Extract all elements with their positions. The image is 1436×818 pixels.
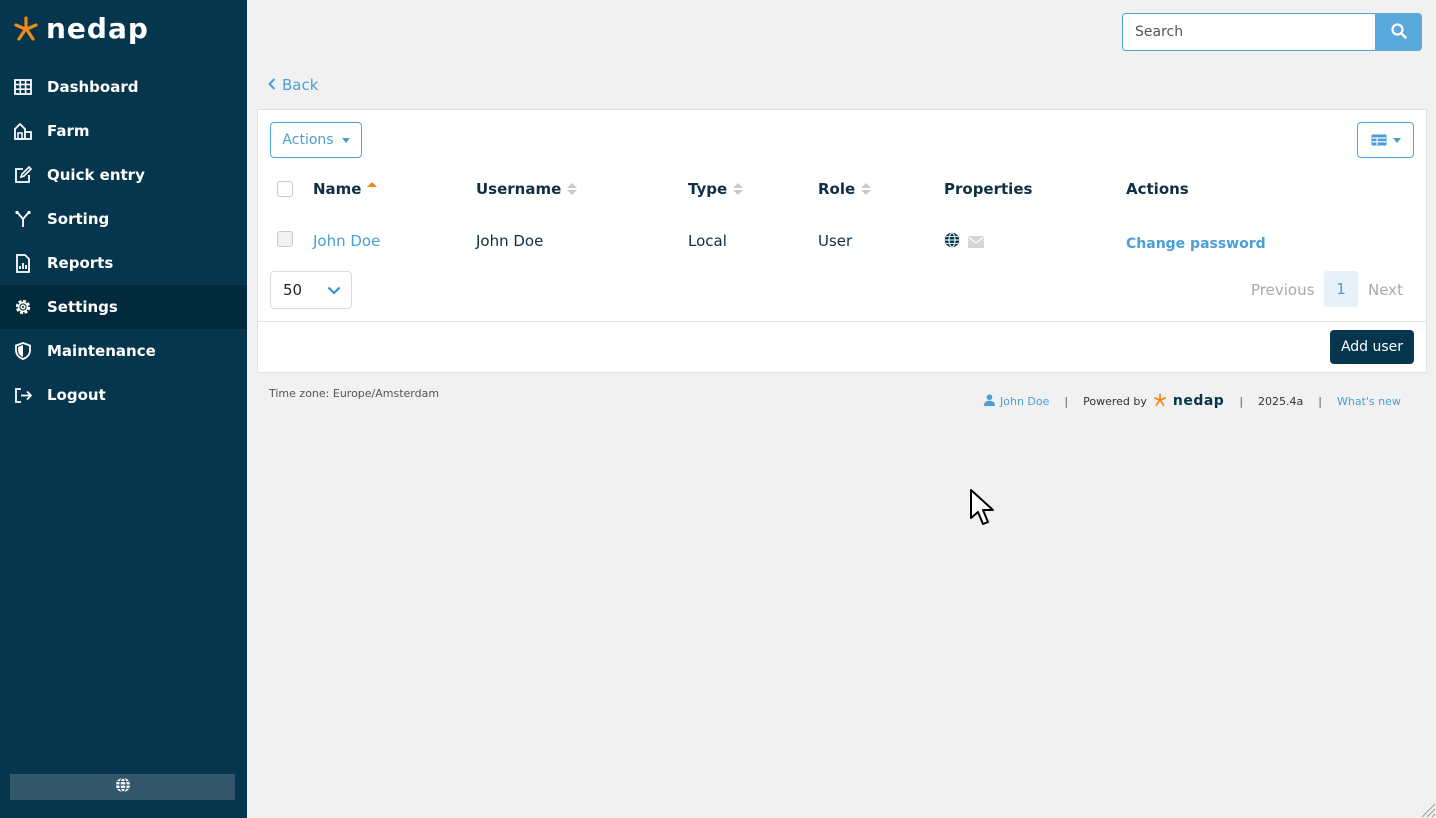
search-bar bbox=[1122, 13, 1422, 51]
sidebar-item-reports[interactable]: Reports bbox=[0, 241, 247, 285]
column-header-username[interactable]: Username bbox=[476, 180, 578, 198]
logout-icon bbox=[13, 385, 33, 405]
mouse-cursor-icon bbox=[969, 488, 999, 534]
user-properties bbox=[944, 232, 984, 252]
footer-brand-name: nedap bbox=[1172, 393, 1225, 409]
version-text: 2025.4a bbox=[1258, 394, 1304, 408]
user-role: User bbox=[818, 232, 853, 250]
sort-icon bbox=[567, 183, 578, 195]
sidebar-item-dashboard[interactable]: Dashboard bbox=[0, 65, 247, 109]
language-selector[interactable] bbox=[10, 774, 235, 800]
column-label: Username bbox=[476, 180, 562, 198]
sidebar-item-sorting[interactable]: Sorting bbox=[0, 197, 247, 241]
globe-icon bbox=[115, 777, 131, 797]
nedap-star-icon bbox=[1153, 393, 1167, 410]
change-password-link[interactable]: Change password bbox=[1126, 236, 1266, 252]
column-header-name[interactable]: Name bbox=[313, 180, 378, 198]
whats-new-link[interactable]: What's new bbox=[1337, 395, 1401, 408]
back-link[interactable]: Back bbox=[268, 76, 318, 94]
sidebar-item-label: Logout bbox=[47, 386, 106, 404]
select-all-checkbox[interactable] bbox=[277, 181, 293, 197]
divider bbox=[258, 321, 1426, 322]
sidebar-item-label: Farm bbox=[47, 122, 90, 140]
add-user-button[interactable]: Add user bbox=[1330, 330, 1414, 364]
sidebar-nav: Dashboard Farm Quick entry Sorting Repor… bbox=[0, 65, 247, 417]
nedap-star-icon bbox=[14, 16, 38, 41]
report-icon bbox=[13, 253, 33, 273]
gear-icon bbox=[13, 297, 33, 317]
search-input[interactable] bbox=[1122, 13, 1375, 51]
chevron-left-icon bbox=[268, 76, 276, 94]
envelope-icon bbox=[968, 233, 984, 252]
column-label: Actions bbox=[1126, 180, 1189, 198]
resize-grip-icon[interactable] bbox=[1420, 802, 1436, 818]
sidebar-item-label: Reports bbox=[47, 254, 114, 272]
separator: | bbox=[1064, 394, 1069, 408]
brand-name: nedap bbox=[46, 12, 149, 45]
grid-icon bbox=[13, 77, 33, 97]
sidebar-item-label: Quick entry bbox=[47, 166, 145, 184]
sidebar-item-label: Maintenance bbox=[47, 342, 156, 360]
page-size-value: 50 bbox=[283, 281, 303, 299]
pagination-page-current[interactable]: 1 bbox=[1324, 271, 1358, 307]
footer-user-link[interactable]: John Doe bbox=[984, 393, 1050, 409]
chevron-down-icon bbox=[327, 281, 341, 299]
separator: | bbox=[1318, 394, 1322, 408]
pagination-next[interactable]: Next bbox=[1368, 281, 1403, 299]
actions-dropdown-button[interactable]: Actions bbox=[270, 122, 362, 158]
back-label: Back bbox=[282, 76, 319, 94]
shield-icon bbox=[13, 341, 33, 361]
sidebar-item-quick-entry[interactable]: Quick entry bbox=[0, 153, 247, 197]
pagination-previous[interactable]: Previous bbox=[1251, 281, 1314, 299]
sidebar-item-label: Settings bbox=[47, 298, 118, 316]
search-button[interactable] bbox=[1375, 13, 1422, 51]
sidebar-item-settings[interactable]: Settings bbox=[0, 285, 247, 329]
nedap-logo[interactable]: nedap bbox=[12, 14, 149, 44]
table-view-icon bbox=[1371, 131, 1387, 150]
sorting-icon bbox=[13, 209, 33, 229]
footer-user-name: John Doe bbox=[1000, 394, 1050, 408]
farm-icon bbox=[13, 121, 33, 141]
column-label: Type bbox=[688, 180, 728, 198]
row-checkbox[interactable] bbox=[277, 231, 293, 247]
sort-icon bbox=[861, 183, 872, 195]
sort-icon bbox=[733, 183, 744, 195]
table-view-button[interactable] bbox=[1357, 122, 1414, 158]
column-label: Properties bbox=[944, 180, 1033, 198]
caret-down-icon bbox=[1392, 137, 1401, 143]
user-username: John Doe bbox=[476, 232, 544, 250]
powered-by-label: Powered by bbox=[1083, 394, 1147, 408]
separator: | bbox=[1239, 394, 1244, 408]
column-header-properties: Properties bbox=[944, 180, 1032, 198]
column-header-type[interactable]: Type bbox=[688, 180, 744, 198]
actions-label: Actions bbox=[282, 132, 334, 148]
user-type: Local bbox=[688, 232, 727, 250]
footer-info: John Doe | Powered by nedap | 2025.4a | … bbox=[984, 392, 1401, 410]
sidebar-item-logout[interactable]: Logout bbox=[0, 373, 247, 417]
page-size-select[interactable]: 50 bbox=[270, 271, 352, 309]
user-icon bbox=[984, 393, 995, 409]
sidebar-item-maintenance[interactable]: Maintenance bbox=[0, 329, 247, 373]
globe-icon bbox=[944, 232, 960, 252]
column-header-role[interactable]: Role bbox=[818, 180, 872, 198]
caret-down-icon bbox=[341, 137, 350, 143]
sidebar-item-label: Dashboard bbox=[47, 78, 139, 96]
sidebar-item-farm[interactable]: Farm bbox=[0, 109, 247, 153]
edit-icon bbox=[13, 165, 33, 185]
search-icon bbox=[1390, 22, 1407, 42]
timezone-text: Time zone: Europe/Amsterdam bbox=[269, 387, 440, 400]
powered-by: Powered by nedap bbox=[1083, 393, 1224, 410]
column-header-actions: Actions bbox=[1126, 180, 1189, 198]
sidebar: nedap Dashboard Farm Quick entry Sorting bbox=[0, 0, 247, 818]
column-label: Role bbox=[818, 180, 856, 198]
user-name-link[interactable]: John Doe bbox=[313, 232, 380, 250]
column-label: Name bbox=[313, 180, 362, 198]
sidebar-item-label: Sorting bbox=[47, 210, 110, 228]
sort-asc-icon bbox=[367, 181, 378, 187]
users-card: Actions Name Username Type Role Properti… bbox=[257, 109, 1427, 373]
